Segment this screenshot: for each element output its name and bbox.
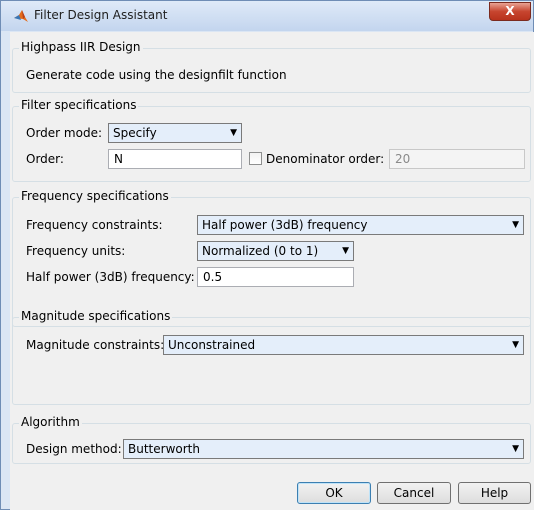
matlab-logo-icon <box>14 10 28 22</box>
order-label: Order: <box>26 152 64 166</box>
design-legend: Highpass IIR Design <box>19 40 143 54</box>
frequency-units-dropdown[interactable]: Normalized (0 to 1) ▼ <box>197 241 354 261</box>
filter-specs-legend: Filter specifications <box>19 98 139 112</box>
design-description: Generate code using the designfilt funct… <box>26 68 287 82</box>
design-group: Highpass IIR Design Generate code using … <box>12 40 531 93</box>
cancel-button[interactable]: Cancel <box>377 482 451 504</box>
magnitude-constraints-value: Unconstrained <box>168 338 256 352</box>
frequency-units-label: Frequency units: <box>26 244 126 258</box>
denominator-order-checkbox[interactable] <box>249 152 262 165</box>
dialog-window: Filter Design Assistant X Highpass IIR D… <box>0 0 534 510</box>
frequency-constraints-value: Half power (3dB) frequency <box>202 218 368 232</box>
chevron-down-icon: ▼ <box>230 128 237 138</box>
design-method-label: Design method: <box>26 442 122 456</box>
help-button[interactable]: Help <box>458 482 531 504</box>
window-title: Filter Design Assistant <box>34 8 168 22</box>
ok-button[interactable]: OK <box>297 482 371 504</box>
chevron-down-icon: ▼ <box>512 444 519 454</box>
close-button[interactable]: X <box>489 2 531 21</box>
half-power-frequency-input[interactable]: 0.5 <box>197 267 354 287</box>
denominator-order-input[interactable]: 20 <box>389 149 525 169</box>
order-mode-label: Order mode: <box>26 126 102 140</box>
denominator-order-value: 20 <box>395 152 411 166</box>
algorithm-legend: Algorithm <box>19 415 82 429</box>
chevron-down-icon: ▼ <box>512 220 519 230</box>
magnitude-specs-group: Magnitude specifications Magnitude const… <box>12 309 531 405</box>
magnitude-specs-legend: Magnitude specifications <box>19 309 173 323</box>
half-power-frequency-value: 0.5 <box>203 270 223 284</box>
design-method-dropdown[interactable]: Butterworth ▼ <box>123 439 524 459</box>
algorithm-group: Algorithm Design method: Butterworth ▼ <box>12 415 531 464</box>
order-value: N <box>114 152 123 166</box>
order-input[interactable]: N <box>108 149 242 169</box>
close-icon: X <box>505 4 515 18</box>
denominator-order-label: Denominator order: <box>266 152 385 166</box>
order-mode-value: Specify <box>113 126 157 140</box>
dialog-content: Highpass IIR Design Generate code using … <box>10 32 534 510</box>
chevron-down-icon: ▼ <box>512 340 519 350</box>
magnitude-constraints-dropdown[interactable]: Unconstrained ▼ <box>163 335 524 355</box>
title-bar[interactable]: Filter Design Assistant X <box>1 1 533 31</box>
order-mode-dropdown[interactable]: Specify ▼ <box>108 123 242 143</box>
frequency-constraints-dropdown[interactable]: Half power (3dB) frequency ▼ <box>197 215 524 235</box>
magnitude-constraints-label: Magnitude constraints: <box>26 338 165 352</box>
chevron-down-icon: ▼ <box>342 246 349 256</box>
design-method-value: Butterworth <box>128 442 200 456</box>
half-power-frequency-label: Half power (3dB) frequency: <box>26 270 195 284</box>
frequency-units-value: Normalized (0 to 1) <box>202 244 319 258</box>
frequency-specs-group: Frequency specifications Frequency const… <box>12 189 531 327</box>
frequency-constraints-label: Frequency constraints: <box>26 218 163 232</box>
frequency-specs-legend: Frequency specifications <box>19 189 171 203</box>
filter-specs-group: Filter specifications Order mode: Specif… <box>12 98 531 182</box>
